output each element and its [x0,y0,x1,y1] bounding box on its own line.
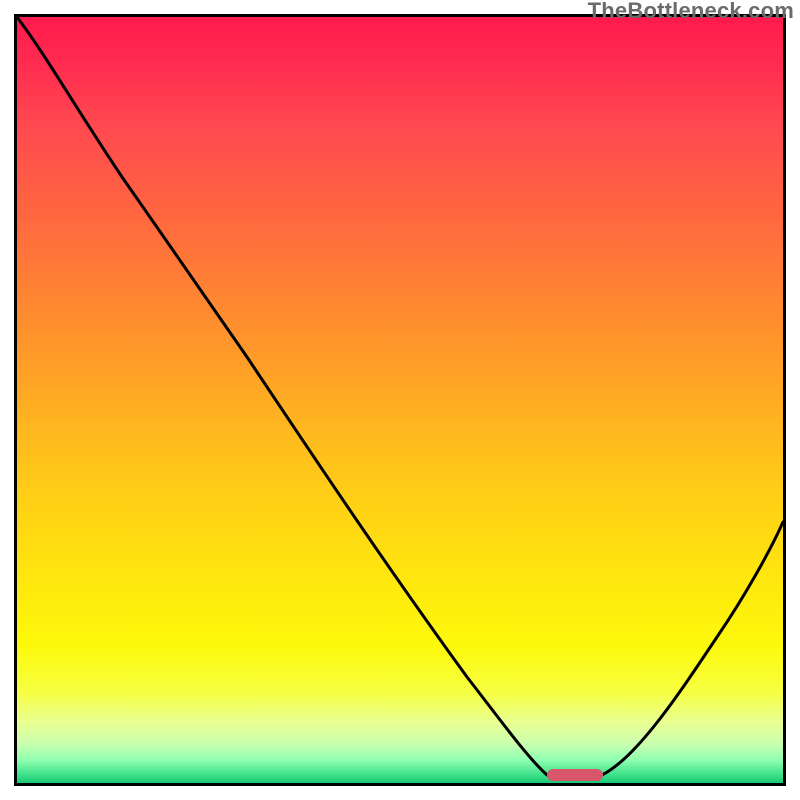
chart-frame [14,14,786,786]
watermark-text: TheBottleneck.com [588,0,794,24]
heat-gradient-background [17,17,783,783]
plot-area [17,17,783,783]
